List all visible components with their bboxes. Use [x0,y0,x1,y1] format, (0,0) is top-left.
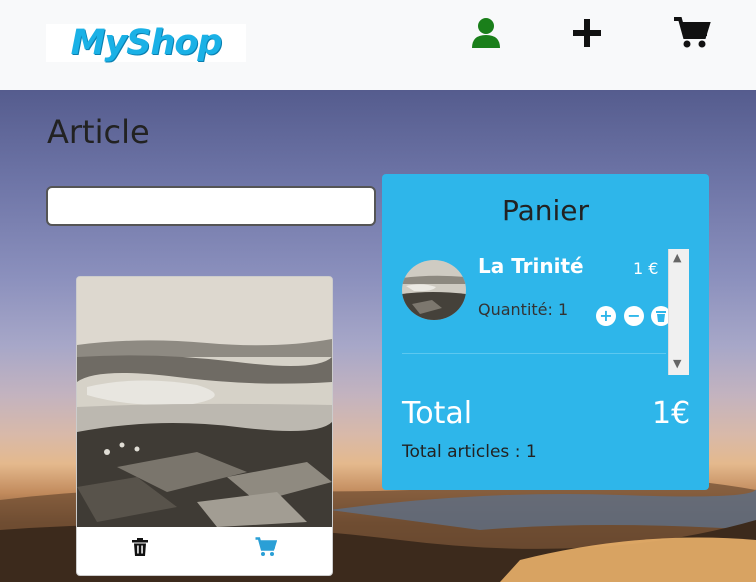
page-title: Article [47,113,150,151]
cart-scrollbar[interactable]: ▲ ▼ [668,249,689,375]
cart-item-quantity: Quantité: 1 [478,300,569,319]
brand-logo[interactable]: MyShop [46,23,246,63]
total-articles: Total articles : 1 [402,442,537,462]
chevron-up-icon[interactable]: ▲ [673,251,681,264]
plus-icon[interactable] [571,16,603,54]
chevron-down-icon[interactable]: ▼ [673,357,681,370]
item-divider [402,353,666,354]
cart-icon[interactable] [673,16,711,54]
cart-icon[interactable] [255,537,278,561]
total-label: Total [402,396,473,431]
cart-title: Panier [501,194,590,227]
cart-item-thumbnail [402,260,466,320]
product-actions [77,527,332,575]
user-icon[interactable] [470,16,502,54]
plus-icon[interactable]: + [596,306,616,326]
trash-icon[interactable] [131,537,149,561]
search-input[interactable] [46,186,376,226]
cart-item-name: La Trinité [478,254,584,278]
minus-icon[interactable]: − [624,306,644,326]
cart-item-list[interactable]: La Trinité 1 € Quantité: 1 + − [402,248,688,374]
navbar: MyShop [0,0,756,90]
cart-item-price: 1 € [633,259,659,278]
product-image[interactable] [77,277,332,527]
product-card [76,276,333,576]
total-value: 1€ [652,396,691,431]
brand-name: MyShop [70,23,223,63]
